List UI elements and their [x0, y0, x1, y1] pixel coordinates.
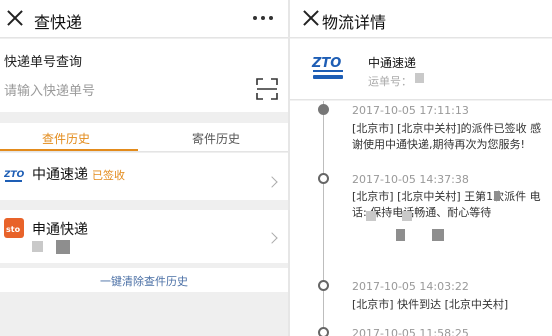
chevron-right-icon: [266, 232, 278, 244]
close-icon[interactable]: [300, 7, 322, 29]
carrier-name: 申通快递: [32, 222, 88, 238]
timeline-line: [323, 101, 324, 336]
svg-text:sto: sto: [6, 225, 21, 234]
redacted-block: [415, 73, 424, 83]
tab-query-history[interactable]: 查件历史: [42, 130, 90, 147]
query-label: 快递单号查询: [4, 55, 83, 70]
redacted-block: [396, 229, 405, 241]
tracking-timeline: 2017-10-05 17:11:13 [北京市] [北京中关村]的派件已签收 …: [290, 101, 552, 336]
query-panel: 查快递 快递单号查询 查件历史 寄件历史 ZTO 中通速递 已签收 sto 申通…: [0, 0, 288, 336]
redacted-block: [32, 241, 43, 252]
redacted-block: [402, 211, 412, 221]
tab-send-history[interactable]: 寄件历史: [192, 130, 240, 147]
query-section: 快递单号查询: [0, 39, 288, 112]
left-top-bar: 查快递: [0, 0, 288, 38]
more-options-icon[interactable]: [252, 16, 278, 22]
event-description: [北京市] 快件到达 [北京中关村]: [352, 298, 509, 311]
package-header: ZTO 中通速递 运单号：: [290, 39, 552, 100]
history-item[interactable]: ZTO 中通速递 已签收: [0, 153, 288, 200]
logistics-detail-panel: 物流详情 ZTO 中通速递 运单号： 2017-10-05 17:11:13 […: [290, 0, 552, 336]
redacted-block: [366, 211, 376, 221]
zto-logo-icon: ZTO: [311, 56, 343, 79]
history-item[interactable]: sto 申通快递: [0, 210, 288, 263]
redacted-block: [432, 229, 444, 241]
active-tab-indicator: [0, 149, 138, 151]
event-time: 2017-10-05 14:03:22: [352, 280, 469, 293]
chevron-right-icon: [266, 176, 278, 188]
clear-history-link[interactable]: 一键清除查件历史: [0, 268, 288, 292]
right-top-bar: 物流详情: [290, 0, 552, 38]
event-time: 2017-10-05 14:37:38: [352, 173, 469, 186]
page-title: 物流详情: [322, 13, 387, 32]
redacted-block: [56, 240, 70, 254]
timeline-dot-current: [318, 104, 329, 115]
status-badge: 已签收: [92, 169, 125, 182]
zto-logo-icon: ZTO: [4, 170, 24, 182]
page-title: 查快递: [34, 13, 83, 32]
event-time: 2017-10-05 11:58:25: [352, 327, 469, 336]
carrier-name: 中通速递: [32, 167, 88, 183]
event-time: 2017-10-05 17:11:13: [352, 104, 469, 117]
svg-text:ZTO: ZTO: [311, 56, 341, 71]
scan-icon[interactable]: [256, 78, 278, 100]
sto-logo-icon: sto: [4, 218, 24, 238]
carrier-name: 中通速递: [368, 56, 417, 70]
timeline-dot: [318, 280, 329, 291]
tracking-number-label: 运单号：: [368, 75, 412, 88]
timeline-dot: [318, 327, 329, 336]
timeline-dot: [318, 173, 329, 184]
svg-text:ZTO: ZTO: [4, 170, 24, 180]
history-tabs: 查件历史 寄件历史: [0, 123, 288, 152]
redacted-block: [494, 191, 500, 201]
event-description: [北京市] [北京中关村] 王第1次派件 电话: 保持电话畅通、耐心等待: [352, 190, 541, 219]
tracking-number-input[interactable]: [4, 81, 244, 101]
close-icon[interactable]: [4, 7, 26, 29]
event-description: [北京市] [北京中关村]的派件已签收 感谢使用中通快递,期待再次为您服务!: [352, 122, 542, 151]
